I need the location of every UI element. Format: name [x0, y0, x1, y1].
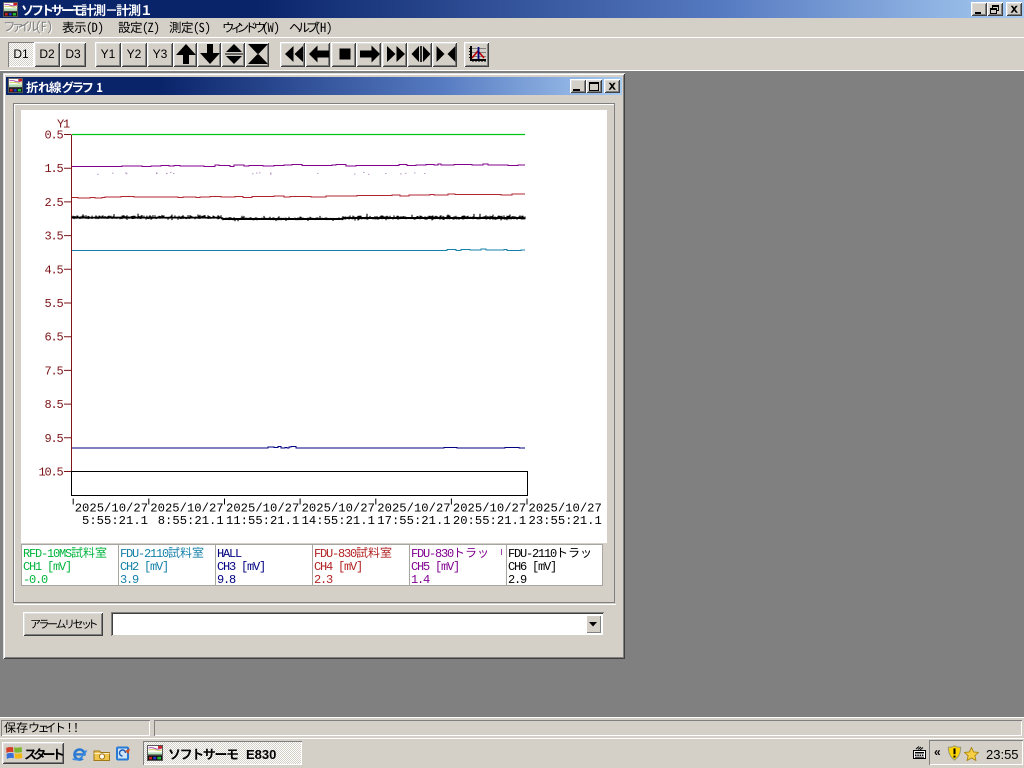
svg-text:20:55:21.1: 20:55:21.1 — [453, 514, 526, 528]
svg-text:8.5: 8.5 — [44, 398, 63, 412]
svg-text:17:55:21.1: 17:55:21.1 — [377, 514, 450, 528]
svg-text:7.5: 7.5 — [44, 364, 63, 378]
svg-text:4.5: 4.5 — [44, 263, 63, 277]
svg-text:2.5: 2.5 — [44, 196, 63, 210]
svg-text:1.5: 1.5 — [44, 162, 63, 176]
svg-text:Y1: Y1 — [57, 118, 70, 132]
svg-text:5.5: 5.5 — [44, 297, 63, 311]
svg-text:14:55:21.1: 14:55:21.1 — [302, 514, 375, 528]
svg-text:5:55:21.1: 5:55:21.1 — [82, 514, 148, 528]
svg-text:23:55:21.1: 23:55:21.1 — [529, 514, 602, 528]
svg-text:3.5: 3.5 — [44, 230, 63, 244]
svg-text:6.5: 6.5 — [44, 331, 63, 345]
svg-text:9.5: 9.5 — [44, 432, 63, 446]
svg-text:10.5: 10.5 — [38, 466, 63, 480]
svg-text:8:55:21.1: 8:55:21.1 — [158, 514, 224, 528]
svg-text:11:55:21.1: 11:55:21.1 — [226, 514, 299, 528]
